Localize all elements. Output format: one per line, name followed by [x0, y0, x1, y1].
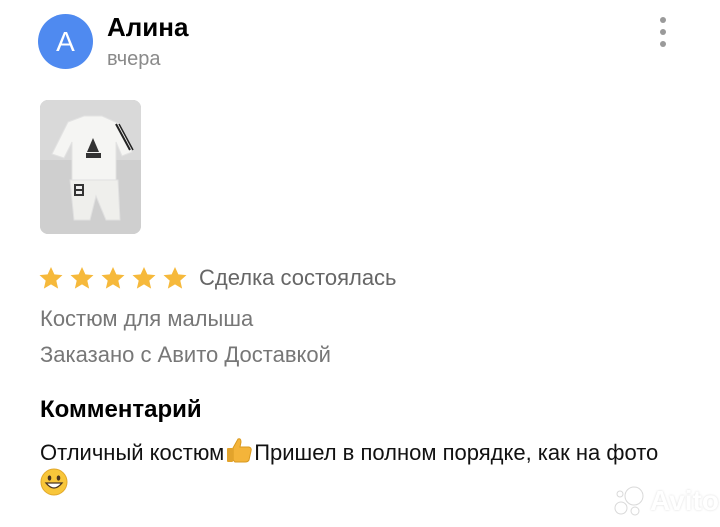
comment-text: Отличный костюм Пришел в полном порядке, …	[40, 435, 680, 499]
comment-heading: Комментарий	[40, 396, 202, 423]
more-options-button[interactable]	[648, 14, 678, 50]
delivery-note: Заказано с Авито Доставкой	[40, 342, 331, 367]
more-dot-icon	[660, 17, 666, 23]
author-name[interactable]: Алина	[107, 11, 188, 43]
avatar-letter: А	[56, 25, 75, 57]
thumbs-up-icon	[227, 438, 252, 463]
avito-logo-icon	[614, 486, 644, 516]
avito-watermark: Avito	[612, 484, 719, 518]
rating-row: Сделка состоялась	[38, 263, 397, 293]
grinning-face-icon	[40, 468, 68, 496]
deal-status: Сделка состоялась	[199, 265, 397, 290]
comment-text-part: Отличный костюм	[40, 440, 225, 465]
review-date: вчера	[107, 48, 161, 70]
star-icon	[163, 266, 187, 289]
star-icon	[132, 266, 156, 289]
star-icon	[70, 266, 94, 289]
comment-text-part: Пришел в полном порядке, как на фото	[254, 440, 659, 465]
item-title[interactable]: Костюм для малыша	[40, 305, 253, 333]
star-icon	[101, 266, 125, 289]
more-dot-icon	[660, 41, 666, 47]
more-dot-icon	[660, 29, 666, 35]
watermark-text: Avito	[650, 485, 719, 516]
star-icon	[39, 266, 63, 289]
baby-suit-photo	[40, 100, 141, 234]
review-photo-thumbnail[interactable]	[40, 100, 141, 234]
avatar[interactable]: А	[38, 14, 93, 69]
